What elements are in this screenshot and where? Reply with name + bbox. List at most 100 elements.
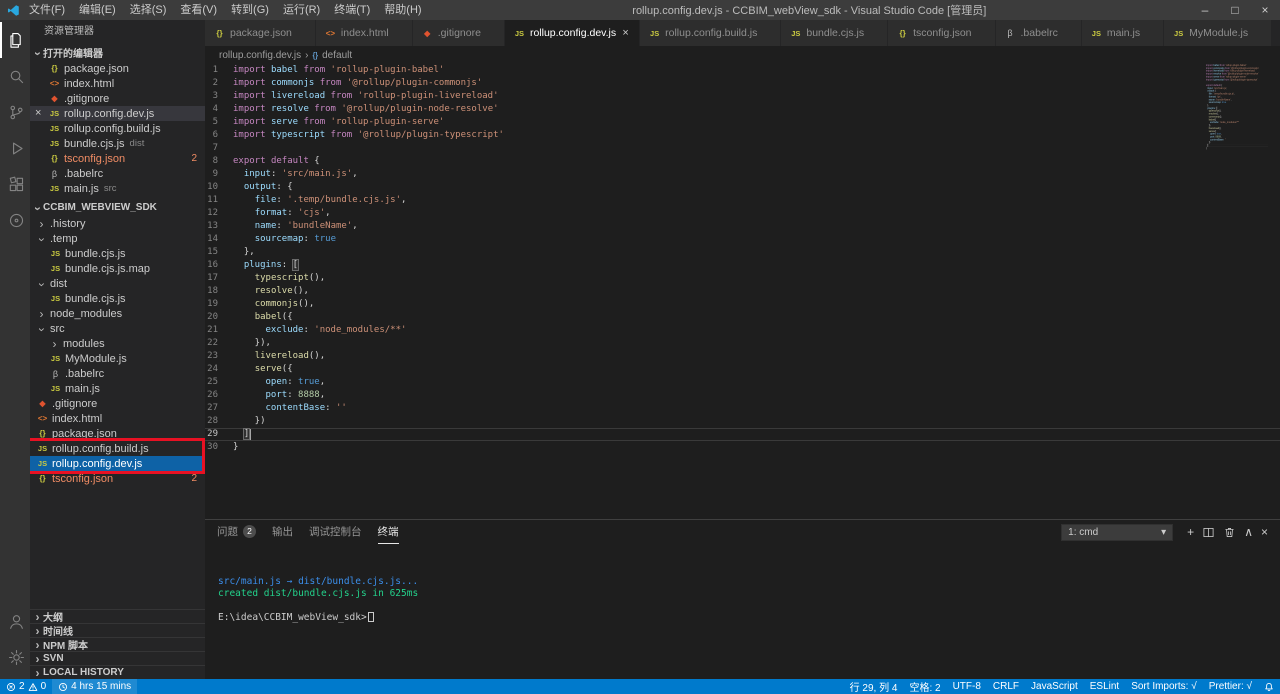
status-time-tracker[interactable]: 4 hrs 15 mins <box>52 679 137 694</box>
code-line[interactable]: 30} <box>205 441 1280 454</box>
code-line[interactable]: 20 babel({ <box>205 311 1280 324</box>
tab-rollup.config.build.js[interactable]: JSrollup.config.build.js× <box>640 20 781 46</box>
tree-item-package.json[interactable]: {}package.json <box>30 426 205 441</box>
activitybar-search[interactable] <box>0 58 30 94</box>
activitybar-account[interactable] <box>0 603 30 639</box>
status-indentation[interactable]: 空格: 2 <box>903 679 946 694</box>
code-line[interactable]: 26 port: 8888, <box>205 389 1280 402</box>
activitybar-explorer[interactable] <box>0 22 30 58</box>
tree-item-MyModule.js[interactable]: JSMyModule.js <box>30 351 205 366</box>
tree-item-rollup.config.build.js[interactable]: JSrollup.config.build.js <box>30 441 205 456</box>
code-area[interactable]: 1import babel from 'rollup-plugin-babel'… <box>205 64 1280 454</box>
sidebar-section-LOCAL HISTORY[interactable]: ›LOCAL HISTORY <box>30 665 205 679</box>
code-line[interactable]: 9 input: 'src/main.js', <box>205 168 1280 181</box>
status-prettier[interactable]: Prettier: √ <box>1203 679 1258 694</box>
code-line[interactable]: 28 }) <box>205 415 1280 428</box>
status-language[interactable]: JavaScript <box>1025 679 1084 694</box>
code-line[interactable]: 12 format: 'cjs', <box>205 207 1280 220</box>
tab-tsconfig.json[interactable]: {}tsconfig.json× <box>888 20 995 46</box>
close-icon[interactable]: × <box>35 106 41 121</box>
tree-item-.history[interactable]: ›.history <box>30 216 205 231</box>
code-line[interactable]: 10 output: { <box>205 181 1280 194</box>
menu-item[interactable]: 查看(V) <box>173 0 224 20</box>
panel-tab-problems[interactable]: 问题2 <box>217 520 256 544</box>
tab-MyModule.js[interactable]: JSMyModule.js× <box>1164 20 1272 46</box>
new-terminal-icon[interactable]: + <box>1187 526 1194 538</box>
code-line[interactable]: 1import babel from 'rollup-plugin-babel' <box>205 64 1280 77</box>
tab-main.js[interactable]: JSmain.js× <box>1082 20 1164 46</box>
editor[interactable]: 1import babel from 'rollup-plugin-babel'… <box>205 64 1280 519</box>
code-line[interactable]: 24 serve({ <box>205 363 1280 376</box>
code-line[interactable]: 14 sourcemap: true <box>205 233 1280 246</box>
status-problems[interactable]: 20 <box>0 679 52 694</box>
tab-.gitignore[interactable]: ◆.gitignore× <box>413 20 505 46</box>
tree-item-modules[interactable]: ›modules <box>30 336 205 351</box>
tree-item-bundle.cjs.js[interactable]: JSbundle.cjs.js <box>30 246 205 261</box>
code-line[interactable]: 4import resolve from '@rollup/plugin-nod… <box>205 103 1280 116</box>
tree-item-bundle.cjs.js[interactable]: JSbundle.cjs.js <box>30 291 205 306</box>
sidebar-section-SVN[interactable]: ›SVN <box>30 651 205 665</box>
code-line[interactable]: 11 file: '.temp/bundle.cjs.js', <box>205 194 1280 207</box>
status-cursor-position[interactable]: 行 29, 列 4 <box>844 679 904 694</box>
panel-tab-terminal[interactable]: 终端 <box>378 520 399 544</box>
status-sort-imports[interactable]: Sort Imports: √ <box>1125 679 1203 694</box>
maximize-button[interactable]: □ <box>1220 0 1250 20</box>
open-editor-rollup.config.dev.js[interactable]: ×JSrollup.config.dev.js <box>30 106 205 121</box>
activitybar-settings[interactable] <box>0 639 30 675</box>
open-editors-header[interactable]: › 打开的编辑器 <box>30 44 205 61</box>
status-encoding[interactable]: UTF-8 <box>947 679 987 694</box>
menu-item[interactable]: 文件(F) <box>22 0 72 20</box>
status-notifications[interactable] <box>1258 679 1280 694</box>
tree-item-rollup.config.dev.js[interactable]: JSrollup.config.dev.js <box>30 456 205 471</box>
terminal-picker[interactable]: 1: cmd ▾ <box>1061 524 1173 541</box>
code-line[interactable]: 8export default { <box>205 155 1280 168</box>
code-line[interactable]: 29 ] <box>205 428 1280 441</box>
close-panel-icon[interactable]: × <box>1261 526 1268 538</box>
open-editor-index.html[interactable]: <>index.html <box>30 76 205 91</box>
tree-item-.gitignore[interactable]: ◆.gitignore <box>30 396 205 411</box>
kill-terminal-icon[interactable] <box>1223 526 1236 539</box>
status-eslint[interactable]: ESLint <box>1084 679 1125 694</box>
tab-package.json[interactable]: {}package.json× <box>205 20 316 46</box>
tree-item-.temp[interactable]: ›.temp <box>30 231 205 246</box>
code-line[interactable]: 22 }), <box>205 337 1280 350</box>
open-editor-rollup.config.build.js[interactable]: JSrollup.config.build.js <box>30 121 205 136</box>
open-editor-package.json[interactable]: {}package.json <box>30 61 205 76</box>
code-line[interactable]: 23 livereload(), <box>205 350 1280 363</box>
breadcrumb-symbol[interactable]: default <box>322 50 352 61</box>
code-line[interactable]: 27 contentBase: '' <box>205 402 1280 415</box>
code-line[interactable]: 2import commonjs from '@rollup/plugin-co… <box>205 77 1280 90</box>
panel-tab-debug-console[interactable]: 调试控制台 <box>309 520 362 544</box>
tree-item-tsconfig.json[interactable]: {}tsconfig.json2 <box>30 471 205 486</box>
activitybar-extensions[interactable] <box>0 166 30 202</box>
tab-rollup.config.dev.js[interactable]: JSrollup.config.dev.js× <box>505 20 640 46</box>
panel-tab-output[interactable]: 输出 <box>272 520 293 544</box>
code-line[interactable]: 3import livereload from 'rollup-plugin-l… <box>205 90 1280 103</box>
sidebar-section-时间线[interactable]: ›时间线 <box>30 623 205 637</box>
code-line[interactable]: 5import serve from 'rollup-plugin-serve' <box>205 116 1280 129</box>
menu-item[interactable]: 选择(S) <box>123 0 174 20</box>
sidebar-section-大纲[interactable]: ›大纲 <box>30 609 205 623</box>
code-line[interactable]: 19 commonjs(), <box>205 298 1280 311</box>
activitybar-run-debug[interactable] <box>0 130 30 166</box>
activitybar-source-control[interactable] <box>0 94 30 130</box>
tree-item-index.html[interactable]: <>index.html <box>30 411 205 426</box>
open-editor-main.js[interactable]: JSmain.jssrc <box>30 181 205 196</box>
code-line[interactable]: 25 open: true, <box>205 376 1280 389</box>
code-line[interactable]: 6import typescript from '@rollup/plugin-… <box>205 129 1280 142</box>
tree-item-.babelrc[interactable]: β.babelrc <box>30 366 205 381</box>
menu-item[interactable]: 帮助(H) <box>377 0 428 20</box>
minimize-button[interactable]: – <box>1190 0 1220 20</box>
tree-item-node_modules[interactable]: ›node_modules <box>30 306 205 321</box>
open-editor-.gitignore[interactable]: ◆.gitignore <box>30 91 205 106</box>
open-editor-.babelrc[interactable]: β.babelrc <box>30 166 205 181</box>
tree-item-bundle.cjs.js.map[interactable]: JSbundle.cjs.js.map <box>30 261 205 276</box>
menu-item[interactable]: 转到(G) <box>224 0 276 20</box>
project-header[interactable]: › CCBIM_WEBVIEW_SDK <box>30 199 205 216</box>
tab-.babelrc[interactable]: β.babelrc× <box>996 20 1082 46</box>
code-line[interactable]: 17 typescript(), <box>205 272 1280 285</box>
terminal[interactable]: src/main.js → dist/bundle.cjs.js...creat… <box>205 544 1280 679</box>
status-eol[interactable]: CRLF <box>987 679 1025 694</box>
minimap[interactable]: import babel from 'rollup-plugin-babel'i… <box>1206 64 1268 174</box>
open-editor-tsconfig.json[interactable]: {}tsconfig.json2 <box>30 151 205 166</box>
